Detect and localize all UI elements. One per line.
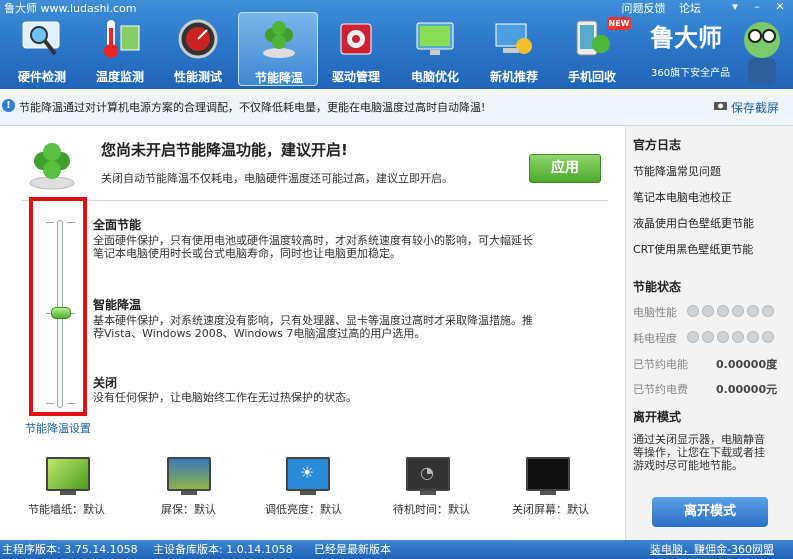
new-badge: NEW — [607, 17, 631, 30]
monitor-stand — [181, 491, 197, 495]
option-smart-cooling-title[interactable]: 智能降温 — [93, 296, 141, 313]
saved-power-value: 0.00000度 — [716, 358, 778, 371]
monitor-stand — [60, 491, 76, 495]
tab-label: 性能测试 — [173, 70, 222, 84]
tick — [46, 222, 54, 223]
power-rating — [687, 331, 774, 343]
brand-subtitle: 360旗下安全产品 — [651, 68, 731, 79]
leave-mode-text: 等操作，让您在下载或者挂 — [633, 446, 765, 459]
tick — [67, 222, 75, 223]
tab-label: 节能降温 — [254, 71, 303, 85]
slider-handle[interactable] — [51, 307, 71, 319]
tab-driver-manager[interactable]: 驱动管理 — [316, 12, 396, 86]
mascot-icon — [744, 22, 780, 84]
option-desc: 笔记本电脑使用时长或台式电脑寿命，同时也让电脑更加稳定。 — [93, 247, 401, 260]
close-button[interactable]: ✕ — [769, 0, 791, 14]
power-label: 耗电程度 — [633, 332, 677, 345]
main-version: 主程序版本: 3.75.14.1058 — [2, 543, 138, 556]
clover-icon — [29, 143, 75, 190]
slider-caption[interactable]: 节能降温设置 — [25, 420, 91, 436]
monitor-stand — [300, 491, 316, 495]
info-text: 节能降温通过对计算机电源方案的合理调配，不仅降低耗电量，更能在电脑温度过高时自动… — [19, 101, 486, 114]
log-link[interactable]: 节能降温常见问题 — [633, 163, 721, 179]
apply-button[interactable]: 应用 — [529, 154, 601, 183]
gear-box-icon — [340, 23, 372, 55]
tab-label: 硬件检测 — [17, 70, 66, 84]
monitor-stand — [540, 491, 556, 495]
perf-rating — [687, 305, 774, 317]
tab-new-pc[interactable]: 新机推荐 — [474, 12, 554, 86]
menu-button[interactable]: ▾ — [724, 0, 746, 14]
leave-mode-text: 通过关闭显示器，电脑静音 — [633, 433, 765, 446]
perf-label: 电脑性能 — [633, 306, 677, 319]
leave-mode-button[interactable]: 离开模式 — [652, 497, 768, 527]
monitor-magnifier-icon — [22, 21, 60, 56]
tick — [46, 403, 54, 404]
brightness-setting[interactable]: 调低亮度：默认 — [265, 501, 342, 517]
divider — [22, 200, 608, 201]
saved-cost-label: 已节约电费 — [633, 383, 688, 396]
tab-label: 驱动管理 — [331, 70, 380, 84]
log-link[interactable]: CRT使用黑色壁纸更节能 — [633, 241, 753, 257]
tab-label: 新机推荐 — [489, 70, 538, 84]
option-full-saving-title[interactable]: 全面节能 — [93, 216, 141, 233]
option-off-title[interactable]: 关闭 — [93, 374, 117, 391]
brand-logo: 鲁大师 — [650, 23, 722, 52]
screen-off-setting[interactable]: 关闭屏幕：默认 — [512, 501, 589, 517]
headline: 您尚未开启节能降温功能，建议开启! — [101, 141, 348, 159]
screensaver-icon[interactable] — [167, 457, 211, 491]
standby-setting[interactable]: 待机时间：默认 — [393, 501, 470, 517]
latest-version-text: 已经是最新版本 — [314, 543, 391, 556]
log-link[interactable]: 笔记本电脑电池校正 — [633, 189, 732, 205]
tab-label: 温度监测 — [95, 70, 144, 84]
tab-energy-saving[interactable]: 节能降温 — [238, 12, 318, 86]
tab-pc-optimize[interactable]: 电脑优化 — [395, 12, 475, 86]
wallpaper-icon[interactable] — [46, 457, 90, 491]
monitor-stand — [420, 491, 436, 495]
save-screenshot-link[interactable]: 保存截屏 — [731, 99, 779, 116]
log-link[interactable]: 液晶使用白色壁纸更节能 — [633, 215, 754, 231]
tab-label: 手机回收 — [567, 70, 616, 84]
forum-link[interactable]: 论坛 — [679, 2, 701, 15]
sun-icon: ☀ — [300, 463, 315, 482]
subline: 关闭自动节能降温不仅耗电，电脑硬件温度还可能过高，建议立即开启。 — [101, 172, 453, 185]
saved-cost-value: 0.00000元 — [716, 383, 778, 396]
option-desc: 基本硬件保护，对系统速度没有影响，只有处理器、显卡等温度过高时才采取降温措施。推 — [93, 314, 533, 327]
leave-mode-text: 游戏时尽可能地节能。 — [633, 459, 743, 472]
thermometer-icon — [104, 20, 140, 58]
monitor-icon — [416, 22, 454, 55]
option-desc: 全面硬件保护，只有使用电池或硬件温度较高时，才对系统速度有较小的影响，可大幅延长 — [93, 234, 533, 247]
screen-off-icon[interactable] — [526, 457, 570, 491]
affiliate-link[interactable]: 装电脑，赚佣金-360网盟 — [650, 540, 774, 559]
speedometer-icon — [178, 19, 218, 59]
lib-version: 主设备库版本: 1.0.14.1058 — [153, 543, 293, 556]
minimize-button[interactable]: – — [746, 0, 768, 14]
wallpaper-setting[interactable]: 节能墙纸：默认 — [28, 501, 105, 517]
tab-performance-test[interactable]: 性能测试 — [158, 12, 238, 86]
camera-icon — [714, 102, 727, 110]
tab-label: 电脑优化 — [410, 70, 459, 84]
clover-icon — [263, 21, 295, 58]
computer-badge-icon — [495, 23, 532, 54]
leave-mode-title: 离开模式 — [633, 410, 682, 424]
info-icon: ! — [2, 99, 15, 112]
screensaver-setting[interactable]: 屏保：默认 — [161, 501, 216, 517]
saved-power-label: 已节约电能 — [633, 358, 688, 371]
tab-temp-monitor[interactable]: 温度监测 — [80, 12, 160, 86]
option-desc: 没有任何保护，让电脑始终工作在无过热保护的状态。 — [93, 391, 357, 404]
option-desc: 荐Vista、Windows 2008、Windows 7电脑温度过高的用户选用… — [93, 327, 426, 340]
clock-icon: ◔ — [420, 463, 434, 482]
official-log-title: 官方日志 — [633, 138, 682, 152]
tick — [67, 403, 75, 404]
tab-hardware-check[interactable]: 硬件检测 — [2, 12, 82, 86]
status-title: 节能状态 — [633, 280, 682, 294]
